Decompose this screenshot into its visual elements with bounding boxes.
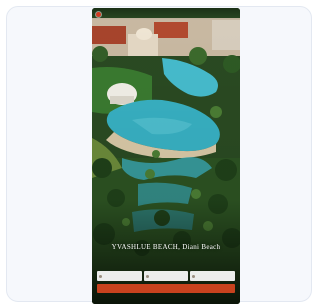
- calendar-icon: [145, 274, 149, 278]
- guests-icon: [192, 274, 196, 278]
- hero-title: YVASHLUE BEACH, Diani Beach: [111, 243, 221, 251]
- mobile-page-preview[interactable]: YVASHLUE BEACH, Diani Beach: [92, 8, 240, 304]
- resort-aerial-photo: [92, 8, 240, 304]
- check-out-field[interactable]: [143, 271, 189, 281]
- brand-logo[interactable]: [96, 11, 101, 17]
- book-now-button[interactable]: [97, 284, 235, 293]
- site-header: [92, 8, 240, 20]
- booking-fields: [97, 271, 236, 281]
- check-in-field[interactable]: [97, 271, 142, 281]
- guests-field[interactable]: [190, 271, 236, 281]
- booking-form: [97, 266, 236, 296]
- calendar-icon: [99, 274, 102, 278]
